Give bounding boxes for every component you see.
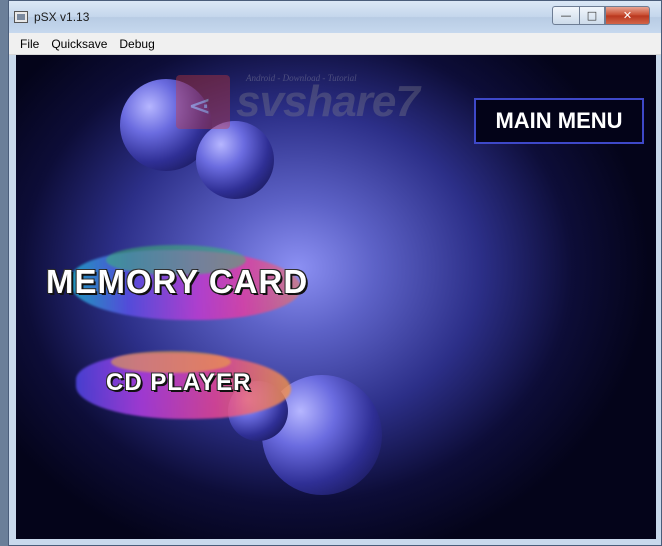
minimize-button[interactable]: — [552, 6, 579, 25]
maximize-button[interactable]: □ [579, 6, 605, 25]
title-bar[interactable]: pSX v1.13 — □ ✕ [9, 1, 661, 33]
menu-debug[interactable]: Debug [113, 37, 160, 51]
share-icon: ⋖ [188, 89, 212, 122]
close-button[interactable]: ✕ [605, 6, 650, 25]
menu-bar: File Quicksave Debug [9, 33, 661, 55]
main-menu-button[interactable]: MAIN MENU [474, 98, 644, 144]
app-icon [14, 11, 28, 23]
menu-quicksave[interactable]: Quicksave [45, 37, 113, 51]
emulator-screen[interactable]: ⋖ Android - Download - Tutorial svshare7… [16, 55, 656, 539]
share-logo: ⋖ [176, 75, 230, 129]
watermark: ⋖ Android - Download - Tutorial svshare7 [176, 73, 446, 133]
cd-player-option[interactable]: CD PLAYER [106, 369, 251, 397]
maximize-icon: □ [586, 9, 598, 22]
memory-card-option[interactable]: MEMORY CARD [46, 263, 308, 301]
menu-file[interactable]: File [9, 37, 45, 51]
minimize-icon: — [560, 9, 572, 22]
watermark-brand: svshare7 [236, 77, 420, 126]
app-window: pSX v1.13 — □ ✕ File Quicksave Debug ⋖ A… [8, 0, 662, 546]
close-icon: ✕ [622, 9, 633, 22]
window-title: pSX v1.13 [34, 10, 90, 24]
